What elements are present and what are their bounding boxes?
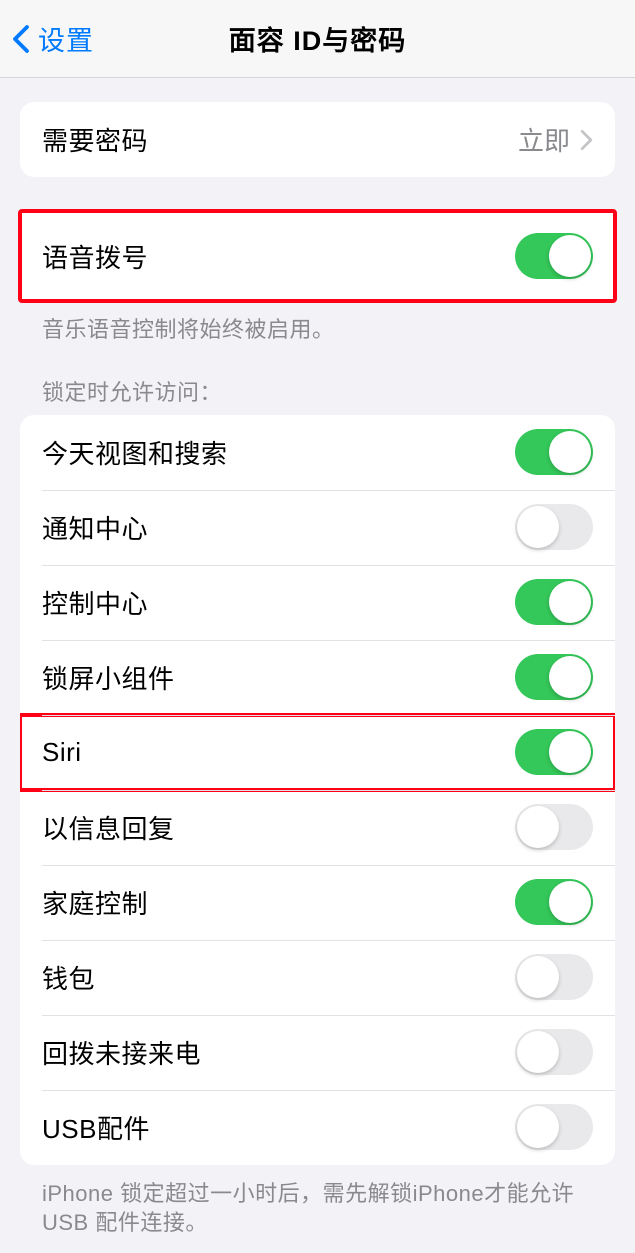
toggle-knob	[549, 731, 591, 773]
voice-dial-row: 语音拨号	[20, 211, 615, 301]
back-label: 设置	[38, 19, 94, 58]
back-button[interactable]: 设置	[0, 19, 94, 58]
lock-item-row: 钱包	[20, 940, 615, 1015]
require-passcode-row[interactable]: 需要密码 立即	[20, 102, 615, 177]
lock-item-toggle[interactable]	[515, 654, 593, 700]
lock-section-footer: iPhone 锁定超过一小时后，需先解锁iPhone才能允许USB 配件连接。	[20, 1165, 615, 1238]
lock-item-label: 今天视图和搜索	[42, 434, 228, 471]
lock-section-header: 锁定时允许访问：	[20, 363, 615, 415]
lock-item-row: Siri	[20, 715, 615, 790]
chevron-right-icon	[580, 129, 593, 151]
toggle-knob	[517, 956, 559, 998]
chevron-left-icon	[12, 24, 30, 54]
toggle-knob	[517, 1031, 559, 1073]
lock-item-label: 控制中心	[42, 584, 148, 621]
lock-item-toggle[interactable]	[515, 954, 593, 1000]
lock-item-row: 控制中心	[20, 565, 615, 640]
lock-item-toggle[interactable]	[515, 579, 593, 625]
require-passcode-group: 需要密码 立即	[20, 102, 615, 177]
lock-item-label: 回拨未接来电	[42, 1034, 201, 1071]
lock-item-toggle[interactable]	[515, 1029, 593, 1075]
lock-item-label: 锁屏小组件	[42, 659, 175, 696]
voice-dial-toggle[interactable]	[515, 233, 593, 279]
lock-item-toggle[interactable]	[515, 804, 593, 850]
lock-item-row: 今天视图和搜索	[20, 415, 615, 490]
lock-item-row: USB配件	[20, 1090, 615, 1165]
toggle-knob	[517, 806, 559, 848]
lock-item-row: 通知中心	[20, 490, 615, 565]
lock-item-toggle[interactable]	[515, 1104, 593, 1150]
toggle-knob	[549, 656, 591, 698]
lock-item-toggle[interactable]	[515, 729, 593, 775]
require-passcode-value-wrap: 立即	[518, 121, 593, 158]
page-title: 面容 ID与密码	[229, 19, 407, 58]
voice-dial-group: 语音拨号	[20, 211, 615, 301]
lock-item-label: 钱包	[42, 959, 95, 996]
lock-item-row: 回拨未接来电	[20, 1015, 615, 1090]
toggle-knob	[549, 431, 591, 473]
voice-dial-label: 语音拨号	[42, 238, 148, 275]
lock-item-row: 家庭控制	[20, 865, 615, 940]
toggle-knob	[549, 235, 591, 277]
lock-item-label: USB配件	[42, 1109, 150, 1146]
lock-item-toggle[interactable]	[515, 879, 593, 925]
navigation-bar: 设置 面容 ID与密码	[0, 0, 635, 78]
lock-item-label: Siri	[42, 737, 82, 768]
toggle-knob	[549, 581, 591, 623]
toggle-knob	[517, 1106, 559, 1148]
lock-item-toggle[interactable]	[515, 429, 593, 475]
voice-dial-footer: 音乐语音控制将始终被启用。	[20, 301, 615, 345]
lock-access-group: 今天视图和搜索通知中心控制中心锁屏小组件 Siri 以信息回复家庭控制钱包回拨未接来…	[20, 415, 615, 1165]
require-passcode-label: 需要密码	[42, 121, 148, 158]
lock-item-label: 家庭控制	[42, 884, 148, 921]
lock-item-row: 锁屏小组件	[20, 640, 615, 715]
lock-item-row: 以信息回复	[20, 790, 615, 865]
lock-item-label: 以信息回复	[42, 809, 175, 846]
require-passcode-value: 立即	[518, 121, 570, 158]
lock-item-toggle[interactable]	[515, 504, 593, 550]
toggle-knob	[549, 881, 591, 923]
lock-item-label: 通知中心	[42, 509, 148, 546]
toggle-knob	[517, 506, 559, 548]
